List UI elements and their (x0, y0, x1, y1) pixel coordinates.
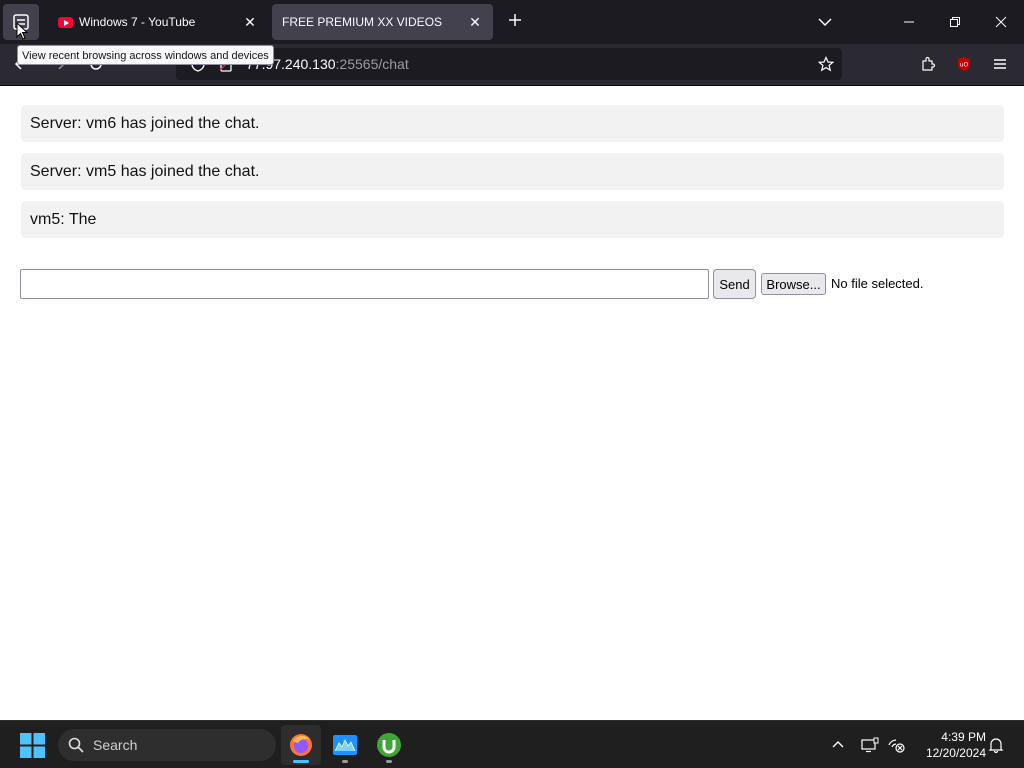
tab-title: Windows 7 - YouTube (79, 15, 196, 29)
new-tab-button[interactable] (503, 10, 527, 34)
firefox-icon (290, 734, 312, 756)
minimize-button[interactable] (897, 10, 921, 34)
chat-message: vm5: The (21, 201, 1004, 238)
display-icon (861, 737, 879, 753)
minimize-icon (904, 21, 914, 23)
url-bar[interactable]: 77.97.240.130:25565/chat (176, 48, 842, 80)
notifications-button[interactable] (986, 735, 1006, 755)
chevron-down-icon (818, 18, 832, 27)
search-label: Search (93, 737, 138, 753)
plus-icon (509, 14, 521, 26)
ublock-icon: uO (958, 57, 970, 71)
taskbar-app[interactable] (325, 725, 365, 765)
running-indicator (386, 760, 392, 763)
message-input[interactable] (20, 269, 709, 299)
clock-time: 4:39 PM (941, 730, 986, 744)
send-button[interactable]: Send (713, 269, 756, 299)
chat-messages: Server: vm6 has joined the chat. Server:… (21, 105, 1004, 249)
chat-message: Server: vm5 has joined the chat. (21, 153, 1004, 190)
start-button[interactable] (20, 733, 45, 758)
tray-display[interactable] (860, 735, 880, 755)
menu-icon (994, 59, 1006, 69)
close-window-icon (995, 16, 1007, 28)
tab-youtube[interactable]: Windows 7 - YouTube ✕ (48, 4, 268, 40)
bell-icon (988, 738, 1004, 753)
taskbar: Search 4:39 PM 12/20/2024 (0, 720, 1024, 768)
running-indicator (342, 760, 348, 763)
utorrent-icon (377, 733, 401, 757)
svg-text:uO: uO (960, 62, 969, 69)
youtube-icon (58, 16, 73, 28)
url-path: :25565/chat (335, 56, 409, 72)
extensions-icon (922, 56, 936, 71)
taskbar-utorrent[interactable] (369, 725, 409, 765)
show-hidden-icons-button[interactable] (828, 735, 848, 755)
file-status: No file selected. (831, 276, 924, 291)
close-window-button[interactable] (989, 10, 1013, 34)
tab-title: FREE PREMIUM XX VIDEOS (282, 15, 443, 29)
restore-button[interactable] (943, 10, 967, 34)
ublock-button[interactable]: uO (954, 54, 974, 74)
mouse-cursor-icon (16, 22, 28, 40)
taskbar-search[interactable]: Search (58, 729, 276, 761)
extensions-button[interactable] (918, 54, 938, 74)
chat-form: Send Browse... No file selected. (20, 269, 1004, 299)
restore-icon (950, 17, 960, 27)
search-icon (68, 737, 84, 753)
clock-date: 12/20/2024 (925, 746, 986, 760)
active-indicator (293, 760, 309, 763)
app-menu-button[interactable] (990, 54, 1010, 74)
browse-button[interactable]: Browse... (761, 273, 826, 295)
clock[interactable]: 4:39 PM 12/20/2024 (912, 729, 986, 761)
tab-bar: Windows 7 - YouTube ✕ FREE PREMIUM XX VI… (0, 0, 1024, 44)
taskbar-firefox[interactable] (281, 725, 321, 765)
tray-network[interactable] (886, 735, 906, 755)
tooltip: View recent browsing across windows and … (17, 45, 274, 65)
list-all-tabs-button[interactable] (814, 12, 836, 32)
windows-start-icon (20, 733, 45, 758)
star-icon (818, 56, 834, 72)
network-icon (888, 739, 905, 753)
app-icon (333, 735, 357, 755)
chevron-up-icon (832, 741, 844, 748)
tab-chat[interactable]: FREE PREMIUM XX VIDEOS ✕ (272, 4, 493, 40)
bookmark-button[interactable] (816, 54, 836, 74)
close-icon[interactable]: ✕ (242, 14, 258, 31)
chat-message: Server: vm6 has joined the chat. (21, 105, 1004, 142)
close-icon[interactable]: ✕ (467, 14, 483, 31)
